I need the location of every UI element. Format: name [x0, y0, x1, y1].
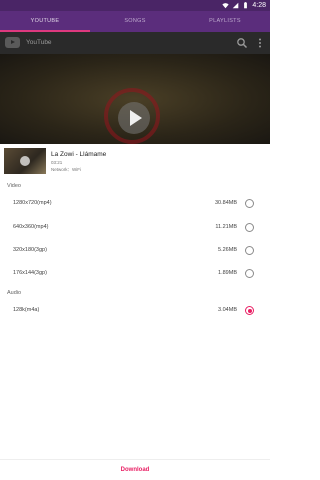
radio-button[interactable] [245, 269, 254, 278]
format-label: 640x360(mp4) [13, 224, 49, 230]
divider [0, 459, 270, 460]
audio-section-label: Audio [7, 290, 22, 296]
file-size: 11.21MB [215, 224, 237, 230]
radio-button[interactable] [245, 223, 254, 232]
youtube-logo-icon [5, 37, 20, 48]
format-option-row[interactable]: 128k(m4a) 3.04MB [0, 299, 270, 323]
download-button[interactable]: Download [0, 461, 270, 479]
download-sheet: La Zowi - Llámame 03:21 Network：WiFi Vid… [0, 144, 270, 480]
tab-songs[interactable]: SONGS [90, 11, 180, 32]
search-icon[interactable] [236, 37, 248, 49]
format-label: 176x144(3gp) [13, 270, 47, 276]
tab-youtube[interactable]: YOUTUBE [0, 11, 90, 32]
file-size: 1.89MB [218, 270, 237, 276]
youtube-title: YouTube [26, 39, 52, 46]
video-title: La Zowi - Llámame [51, 151, 107, 158]
format-option-row[interactable]: 1280x720(mp4) 30.84MB [0, 192, 270, 216]
file-size: 30.84MB [214, 200, 237, 206]
status-bar: 4:28 [0, 0, 270, 11]
tab-bar: YOUTUBE SONGS PLAYLISTS [0, 11, 270, 32]
video-section-label: Video [7, 183, 21, 189]
status-time: 4:28 [252, 2, 266, 9]
format-label: 128k(m4a) [13, 307, 40, 313]
radio-button-selected[interactable] [245, 306, 254, 315]
radio-button[interactable] [245, 246, 254, 255]
more-vert-icon[interactable] [256, 37, 264, 49]
wifi-icon [222, 3, 230, 9]
format-label: 320x180(3gp) [13, 247, 47, 253]
tab-playlists[interactable]: PLAYLISTS [180, 11, 270, 32]
format-option-row[interactable]: 640x360(mp4) 11.21MB [0, 216, 270, 240]
video-duration: 03:21 [51, 160, 63, 165]
battery-icon [244, 2, 248, 9]
network-status: Network：WiFi [51, 167, 81, 172]
radio-button[interactable] [245, 199, 254, 208]
file-size: 3.04MB [218, 307, 237, 313]
format-option-row[interactable]: 176x144(3gp) 1.89MB [0, 262, 270, 286]
video-thumbnail [4, 148, 46, 174]
play-icon[interactable] [118, 102, 150, 134]
youtube-header: YouTube [0, 32, 270, 54]
format-label: 1280x720(mp4) [13, 200, 52, 206]
format-option-row[interactable]: 320x180(3gp) 5.26MB [0, 239, 270, 263]
video-preview[interactable] [0, 54, 270, 144]
signal-icon [233, 2, 239, 9]
file-size: 5.26MB [218, 247, 237, 253]
